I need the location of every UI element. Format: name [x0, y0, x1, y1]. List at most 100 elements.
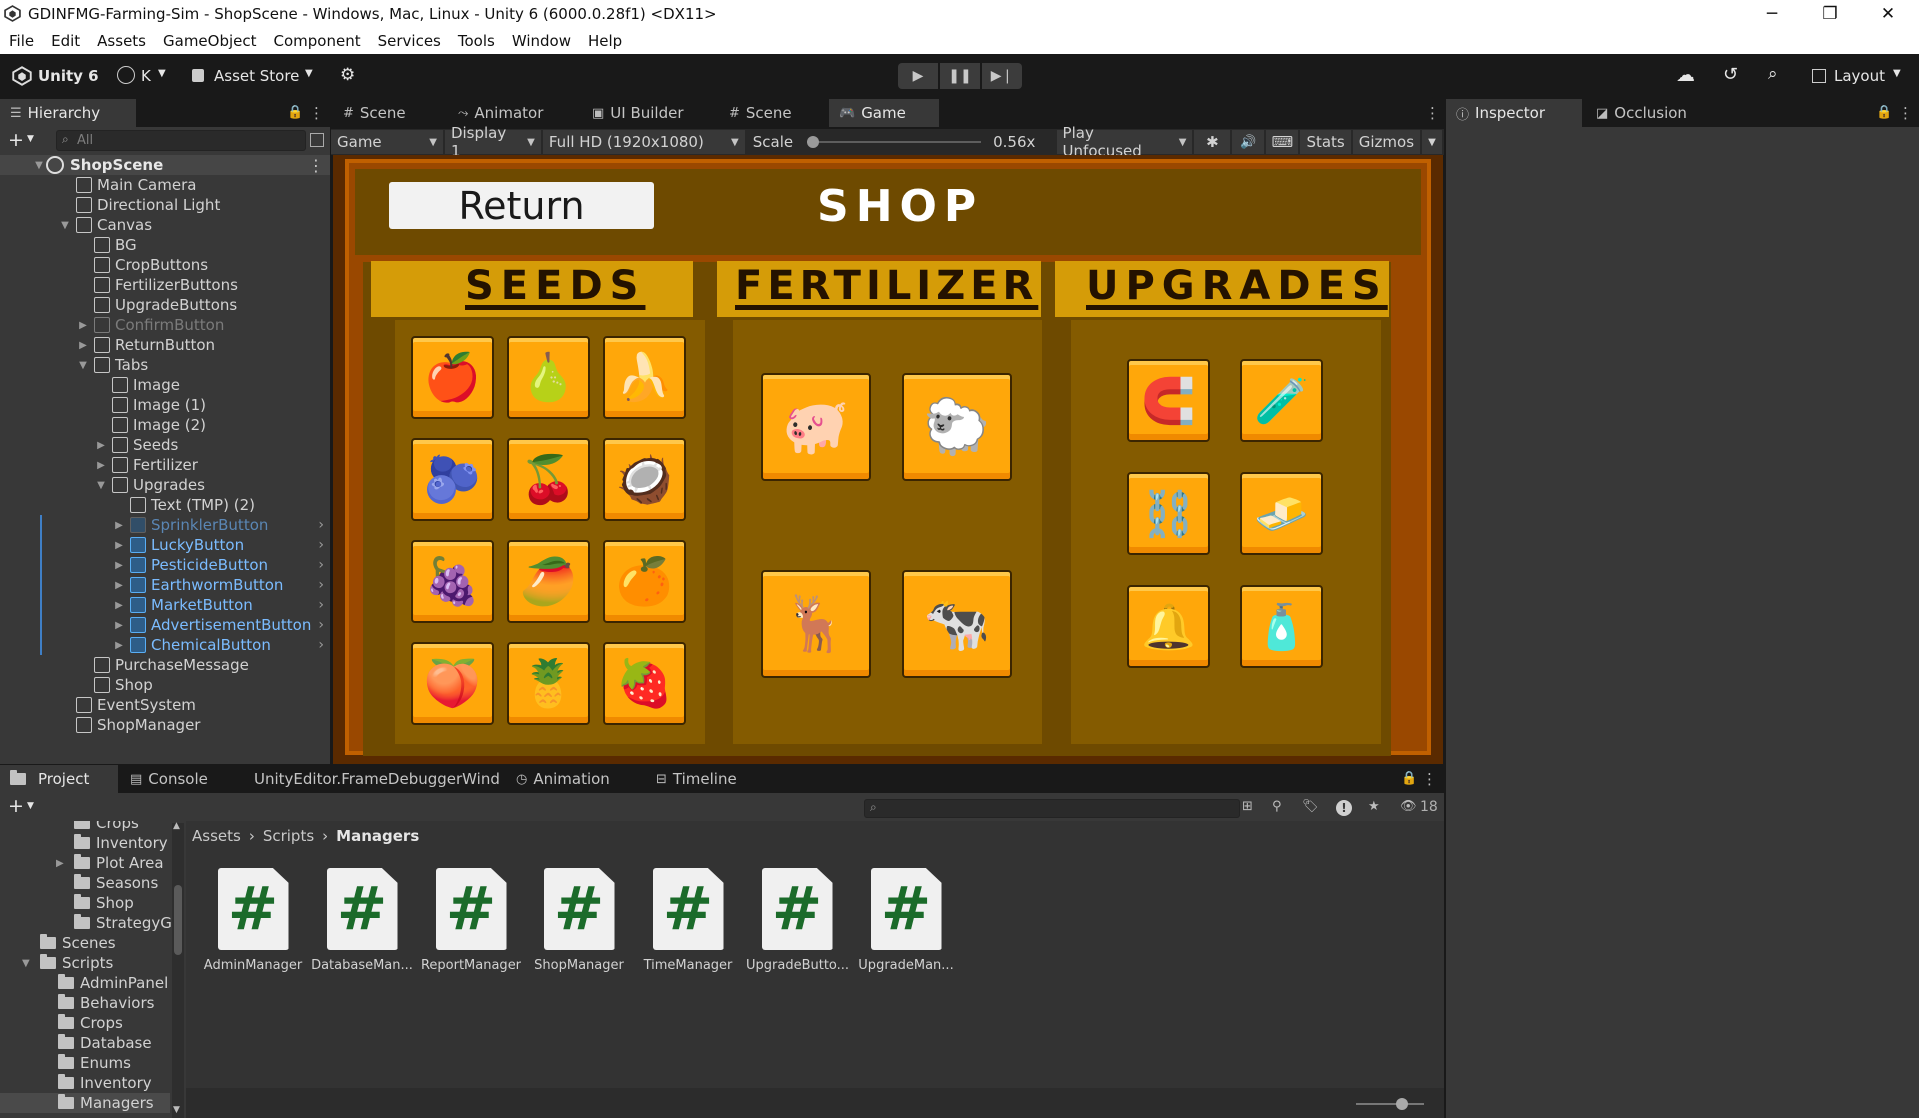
seed-strawberry-button[interactable]: 🍓 — [603, 642, 686, 725]
add-icon[interactable]: + — [8, 129, 24, 151]
script-asset[interactable]: # AdminManager — [202, 868, 304, 973]
upgrade-gold-button[interactable]: 🧈 — [1240, 472, 1323, 555]
tab-occlusion[interactable]: ◪ Occlusion — [1586, 99, 1697, 127]
breadcrumb-managers[interactable]: Managers — [336, 827, 419, 845]
lock-icon[interactable]: 🔒 — [1401, 771, 1417, 786]
scene-row[interactable]: ▼ ShopScene ⋮ — [0, 155, 330, 175]
menu-edit[interactable]: Edit — [42, 32, 88, 50]
tab-animation[interactable]: ◷ Animation — [506, 765, 620, 793]
hierarchy-item[interactable]: EventSystem — [0, 695, 330, 715]
tab-scene-2[interactable]: # Scene — [719, 99, 802, 127]
folder-item[interactable]: Database — [58, 1033, 152, 1053]
hierarchy-item[interactable]: PurchaseMessage — [0, 655, 330, 675]
folder-item[interactable]: Inventory — [74, 833, 168, 853]
unity-version-label[interactable]: Unity 6 — [38, 67, 99, 85]
keyboard-icon[interactable]: ⌨ — [1266, 130, 1299, 154]
scale-slider[interactable] — [807, 135, 982, 149]
search-filter-icon[interactable] — [310, 133, 324, 147]
menu-file[interactable]: File — [0, 32, 42, 50]
menu-help[interactable]: Help — [579, 32, 630, 50]
tab-ui-builder[interactable]: ▣ UI Builder — [582, 99, 694, 127]
folder-item[interactable]: Enums — [58, 1053, 131, 1073]
fertilizer-cow-button[interactable]: 🐄 — [902, 570, 1012, 678]
layout-dropdown[interactable]: Layout — [1834, 67, 1885, 85]
script-asset[interactable]: # ShopManager — [528, 868, 630, 973]
chevron-right-icon[interactable]: › — [318, 577, 324, 593]
collab-gear-icon[interactable]: ⚙ — [340, 65, 355, 85]
hierarchy-item[interactable]: ▼ Upgrades — [0, 475, 330, 495]
seed-coconut-button[interactable]: 🥥 — [603, 438, 686, 521]
resolution-dropdown[interactable]: Full HD (1920x1080) ▼ — [542, 130, 745, 154]
hierarchy-item[interactable]: ▶ Fertilizer — [0, 455, 330, 475]
icon-size-slider-handle[interactable] — [1396, 1098, 1408, 1110]
hierarchy-item[interactable]: ▶ MarketButton › — [0, 595, 330, 615]
chevron-right-icon[interactable]: › — [318, 537, 324, 553]
breadcrumb-scripts[interactable]: Scripts — [263, 827, 314, 845]
upgrade-sprinkler-button[interactable]: 🧲 — [1127, 359, 1210, 442]
tab-game[interactable]: 🎮 Game — [829, 99, 939, 127]
fertilizer-deer-button[interactable]: 🦌 — [761, 570, 871, 678]
hierarchy-item[interactable]: Main Camera — [0, 175, 330, 195]
chevron-right-icon[interactable]: › — [318, 517, 324, 533]
seed-pear-button[interactable]: 🍐 — [507, 336, 590, 419]
fertilizer-pig-button[interactable]: 🐖 — [761, 373, 871, 481]
script-asset[interactable]: # TimeManager — [637, 868, 739, 973]
history-icon[interactable]: ↺ — [1723, 64, 1738, 85]
chevron-right-icon[interactable]: › — [318, 637, 324, 653]
hierarchy-item[interactable]: CropButtons — [0, 255, 330, 275]
display-dropdown[interactable]: Display 1 ▼ — [444, 124, 541, 160]
hierarchy-item[interactable]: ▼ Tabs — [0, 355, 330, 375]
bug-icon[interactable]: ✱ — [1194, 130, 1231, 154]
kebab-menu-icon[interactable]: ⋮ — [1898, 104, 1913, 122]
play-button[interactable]: ▶ — [898, 63, 938, 89]
seed-apple-button[interactable]: 🍎 — [411, 336, 494, 419]
folder-item[interactable]: StrategyGa — [74, 913, 181, 933]
pause-button[interactable]: ❚❚ — [940, 63, 980, 89]
scroll-down-icon[interactable]: ▼ — [173, 1105, 180, 1115]
play-focus-dropdown[interactable]: Play Unfocused ▼ — [1056, 124, 1193, 160]
upgrade-potion-button[interactable]: 🧴 — [1240, 585, 1323, 668]
kebab-menu-icon[interactable]: ⋮ — [1422, 770, 1437, 788]
scale-slider-handle[interactable] — [807, 136, 820, 148]
cloud-icon[interactable]: ☁ — [1676, 64, 1695, 86]
chevron-right-icon[interactable]: › — [318, 557, 324, 573]
script-asset[interactable]: # UpgradeButto... — [746, 868, 848, 973]
seed-cherry-button[interactable]: 🍒 — [507, 438, 590, 521]
search-by-type-icon[interactable]: ⊞ — [1242, 799, 1253, 814]
menu-services[interactable]: Services — [369, 32, 449, 50]
tab-frame-debugger[interactable]: UnityEditor.FrameDebuggerWind — [244, 765, 510, 793]
kebab-menu-icon[interactable]: ⋮ — [1425, 104, 1440, 122]
folder-item[interactable]: Shop — [74, 893, 134, 913]
hierarchy-search-input[interactable]: ⌕ All — [56, 130, 306, 151]
folder-item[interactable]: Crops — [74, 821, 139, 833]
return-button[interactable]: Return — [389, 182, 654, 229]
favorite-icon[interactable]: ★ — [1368, 799, 1380, 814]
menu-gameobject[interactable]: GameObject — [154, 32, 265, 50]
gizmos-button[interactable]: Gizmos — [1352, 130, 1421, 154]
visibility-icon[interactable]: 👁 — [1400, 799, 1417, 814]
hierarchy-item[interactable]: Image (2) — [0, 415, 330, 435]
hierarchy-item[interactable]: Shop — [0, 675, 330, 695]
warning-filter-icon[interactable]: ! — [1336, 800, 1352, 816]
hierarchy-item[interactable]: UpgradeButtons — [0, 295, 330, 315]
seed-peach-button[interactable]: 🍑 — [411, 642, 494, 725]
hierarchy-item[interactable]: ▶ EarthwormButton › — [0, 575, 330, 595]
script-asset[interactable]: # UpgradeMan... — [855, 868, 957, 973]
add-icon[interactable]: + — [8, 795, 24, 817]
tab-console[interactable]: ▤ Console — [120, 765, 218, 793]
folder-item[interactable]: Behaviors — [58, 993, 154, 1013]
step-button[interactable]: ▶❘ — [982, 63, 1022, 89]
hierarchy-item[interactable]: FertilizerButtons — [0, 275, 330, 295]
kebab-menu-icon[interactable]: ⋮ — [309, 104, 324, 122]
project-search-input[interactable]: ⌕ — [864, 799, 1240, 818]
menu-assets[interactable]: Assets — [88, 32, 154, 50]
folder-item-selected[interactable]: Managers — [0, 1093, 170, 1113]
restore-button[interactable]: ❐ — [1810, 2, 1850, 26]
label-icon[interactable]: 🏷 — [1302, 799, 1319, 814]
chevron-right-icon[interactable]: › — [318, 617, 324, 633]
folder-item[interactable]: Crops — [58, 1013, 123, 1033]
hierarchy-item[interactable]: Image — [0, 375, 330, 395]
account-dropdown[interactable]: K — [141, 67, 151, 85]
seed-banana-button[interactable]: 🍌 — [603, 336, 686, 419]
menu-tools[interactable]: Tools — [449, 32, 503, 50]
